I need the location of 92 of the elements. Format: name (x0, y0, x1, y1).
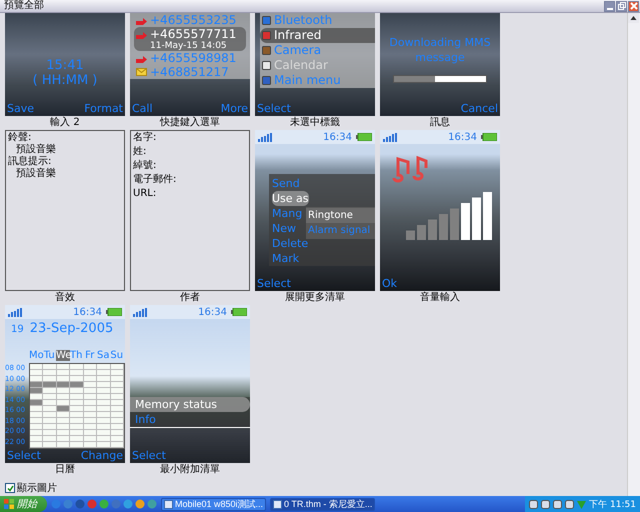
weekday-label[interactable]: Mo (29, 350, 42, 361)
call-entry[interactable]: +4655577711 11-May-15 14:05 (134, 27, 246, 51)
preview-caption: 輸入 2 (50, 116, 80, 129)
show-images-checkbox[interactable] (5, 483, 15, 493)
status-time: 16:34 (73, 306, 102, 318)
field-label: 名字: (133, 132, 156, 144)
preview-caption: 訊息 (430, 116, 450, 129)
taskbar-task[interactable]: 0 TR.thm - 索尼愛立... (270, 498, 376, 510)
preview-caption: 最小附加清單 (160, 463, 220, 476)
close-button[interactable] (628, 0, 639, 12)
menu-item[interactable]: Delete (272, 236, 308, 251)
left-softkey[interactable]: Select (257, 102, 291, 116)
checkmark-icon (6, 484, 14, 492)
submenu-item[interactable]: Ringtone (306, 208, 375, 223)
checkbox-label: 顯示圖片 (17, 482, 57, 495)
menu-item[interactable]: Mark (272, 251, 300, 266)
status-time: 16:34 (323, 132, 352, 142)
battery-icon (106, 308, 122, 316)
phone-arrow-icon (136, 54, 147, 62)
weekday-label[interactable]: Su (110, 350, 124, 361)
left-softkey[interactable]: Select (257, 277, 291, 291)
close-icon (630, 2, 638, 10)
week-number: 19 (11, 324, 24, 335)
call-date-time: 11-May-15 14:05 (149, 41, 228, 51)
start-button[interactable]: 開始 (0, 496, 47, 512)
phone-number: +4655577711 (150, 27, 236, 41)
field-label: 鈴聲: (8, 132, 32, 144)
status-time: 16:34 (448, 132, 477, 142)
menu-item[interactable]: Use as (272, 191, 309, 206)
windows-logo-icon (4, 499, 14, 509)
phone-arrow-icon (136, 30, 147, 38)
window-icon (273, 500, 282, 508)
phone-arrow-icon (136, 16, 147, 24)
field-label: 綽號: (133, 160, 156, 172)
calendar-date: 23-Sep-2005 (30, 321, 114, 336)
weekday-label[interactable]: Sa (96, 350, 110, 361)
field-label: 訊息提示: (8, 156, 52, 168)
left-softkey[interactable]: Select (7, 449, 41, 463)
submenu-item[interactable]: Alarm signal (306, 223, 375, 238)
vertical-scrollbar[interactable] (627, 13, 640, 496)
menu-item[interactable]: Info (130, 412, 250, 427)
field-label: 姓: (133, 146, 146, 158)
menu-item[interactable]: Mang (272, 206, 302, 221)
weekday-label[interactable]: Tu (42, 350, 56, 361)
restore-button[interactable] (616, 0, 627, 12)
field-label: URL: (133, 188, 156, 200)
phone-number: +4655598981 (150, 51, 236, 65)
phone-number: +468851217 (150, 65, 229, 79)
preview-caption: 音效 (55, 291, 75, 304)
signal-icon (383, 132, 397, 142)
field-value: 預設音樂 (15, 168, 56, 180)
preview-caption: 日曆 (55, 463, 75, 476)
right-softkey[interactable]: Change (80, 449, 123, 463)
left-softkey[interactable]: Save (7, 102, 34, 116)
menu-item[interactable]: Memory status (130, 397, 250, 412)
left-softkey[interactable]: Select (132, 449, 166, 463)
right-softkey[interactable]: Format (84, 102, 123, 116)
signal-icon (8, 308, 22, 316)
preview-caption: 展開更多清單 (285, 291, 345, 304)
download-message: Downloading MMS message (388, 35, 492, 65)
window-icon (164, 500, 173, 508)
field-value: 預設音樂 (15, 144, 56, 156)
right-softkey[interactable]: More (220, 102, 248, 116)
signal-icon (133, 308, 147, 316)
volume-empty-bars (461, 192, 492, 240)
battery-icon (356, 133, 372, 141)
restore-icon (618, 2, 626, 10)
left-softkey[interactable]: Call (132, 102, 153, 116)
battery-icon (481, 133, 497, 141)
menu-item[interactable]: Send (272, 176, 300, 191)
left-softkey[interactable]: Ok (382, 277, 398, 291)
preview-caption: 快捷鍵入選單 (160, 116, 220, 129)
weekday-label[interactable]: Fr (83, 350, 96, 361)
phone-number: +4655553235 (150, 13, 236, 27)
menu-item[interactable]: Infrared (260, 28, 375, 43)
menu-item[interactable]: New (272, 221, 296, 236)
time-format-hint: ( HH:MM ) (32, 73, 98, 88)
field-label: 電子郵件: (133, 174, 176, 186)
status-time: 16:34 (198, 306, 227, 318)
weekday-label[interactable]: Th (70, 350, 83, 361)
minimize-button[interactable] (604, 0, 615, 12)
preview-caption: 作者 (180, 291, 200, 304)
envelope-icon (136, 68, 147, 76)
battery-icon (231, 308, 247, 316)
signal-icon (258, 132, 272, 142)
scroll-up-button[interactable] (628, 13, 639, 23)
time-value: 15:41 (46, 58, 84, 73)
preview-caption: 未選中標籤 (290, 116, 340, 129)
clock: 下午 11:51 (589, 498, 636, 510)
taskbar-task[interactable]: Mobile01 w850i測試... (161, 498, 266, 510)
right-softkey[interactable]: Cancel (460, 102, 498, 116)
preview-caption: 音量輸入 (420, 291, 460, 304)
